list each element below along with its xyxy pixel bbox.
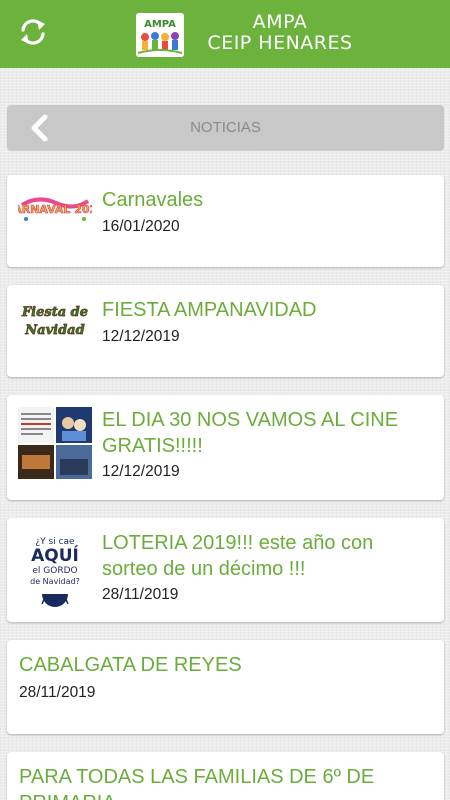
news-title: LOTERIA 2019!!! este año con sorteo de u…	[102, 530, 373, 582]
news-title: CABALGATA DE REYES	[19, 654, 242, 676]
news-title: PARA TODAS LAS FAMILIAS DE 6º DE PRIMARI…	[19, 764, 439, 800]
app-header: AMPA AMPA CEIP HENARES	[0, 0, 450, 68]
news-title-line1: EL DIA 30 NOS VAMOS AL CINE	[102, 409, 399, 431]
news-title: Carnavales	[102, 189, 204, 211]
news-date: 28/11/2019	[102, 586, 179, 603]
thumb-line4: de Navidad?	[30, 577, 80, 586]
logo-text: AMPA	[144, 19, 176, 30]
news-thumbnail: CARNAVAL 2020	[18, 193, 92, 227]
section-title: NOTICIAS	[190, 119, 261, 136]
thumb-line2: AQUÍ	[31, 544, 79, 566]
section-bar: NOTICIAS	[7, 105, 444, 150]
news-title-line2: sorteo de un décimo !!!	[102, 558, 306, 580]
news-date: 12/12/2019	[102, 328, 180, 345]
thumb-text: CARNAVAL 2020	[18, 203, 92, 216]
news-date: 16/01/2020	[102, 218, 180, 235]
back-button[interactable]	[27, 114, 53, 142]
news-item-familias-6[interactable]: PARA TODAS LAS FAMILIAS DE 6º DE PRIMARI…	[7, 752, 444, 800]
news-item-fiesta-ampanavidad[interactable]: Fiesta de Navidad FIESTA AMPANAVIDAD 12/…	[7, 285, 444, 377]
thumb-line3: el GORDO	[32, 566, 77, 576]
news-item-loteria[interactable]: ¿Y si cae AQUÍ el GORDO de Navidad? LOTE…	[7, 518, 444, 622]
app-title-line2: CEIP HENARES	[207, 32, 353, 54]
news-item-carnavales[interactable]: CARNAVAL 2020 Carnavales 16/01/2020	[7, 175, 444, 267]
ampa-logo: AMPA	[136, 13, 184, 57]
news-thumbnail: Fiesta de Navidad	[18, 297, 92, 341]
app-title-line1: AMPA	[252, 11, 308, 33]
news-title-line1: PARA TODAS LAS FAMILIAS DE 6º DE	[19, 766, 375, 788]
news-title: FIESTA AMPANAVIDAD	[102, 299, 317, 321]
news-title-line2: GRATIS!!!!!	[102, 435, 203, 457]
news-thumbnail: ¿Y si cae AQUÍ el GORDO de Navidad?	[18, 532, 92, 608]
news-title-line2: PRIMARIA	[19, 790, 439, 800]
news-date: 28/11/2019	[19, 684, 96, 701]
news-item-cabalgata[interactable]: CABALGATA DE REYES 28/11/2019	[7, 640, 444, 734]
news-title-line1: LOTERIA 2019!!! este año con	[102, 532, 374, 554]
svg-text:Fiesta de: Fiesta de	[21, 305, 88, 320]
news-date: 12/12/2019	[102, 463, 180, 480]
news-title: EL DIA 30 NOS VAMOS AL CINE GRATIS!!!!!	[102, 407, 398, 459]
refresh-button[interactable]	[14, 12, 52, 52]
news-thumbnail	[18, 407, 92, 479]
news-item-cine[interactable]: EL DIA 30 NOS VAMOS AL CINE GRATIS!!!!! …	[7, 395, 444, 500]
svg-text:Navidad: Navidad	[24, 323, 84, 338]
app-title: AMPA CEIP HENARES	[190, 12, 370, 54]
chevron-left-icon	[31, 114, 48, 142]
refresh-icon	[21, 19, 45, 45]
